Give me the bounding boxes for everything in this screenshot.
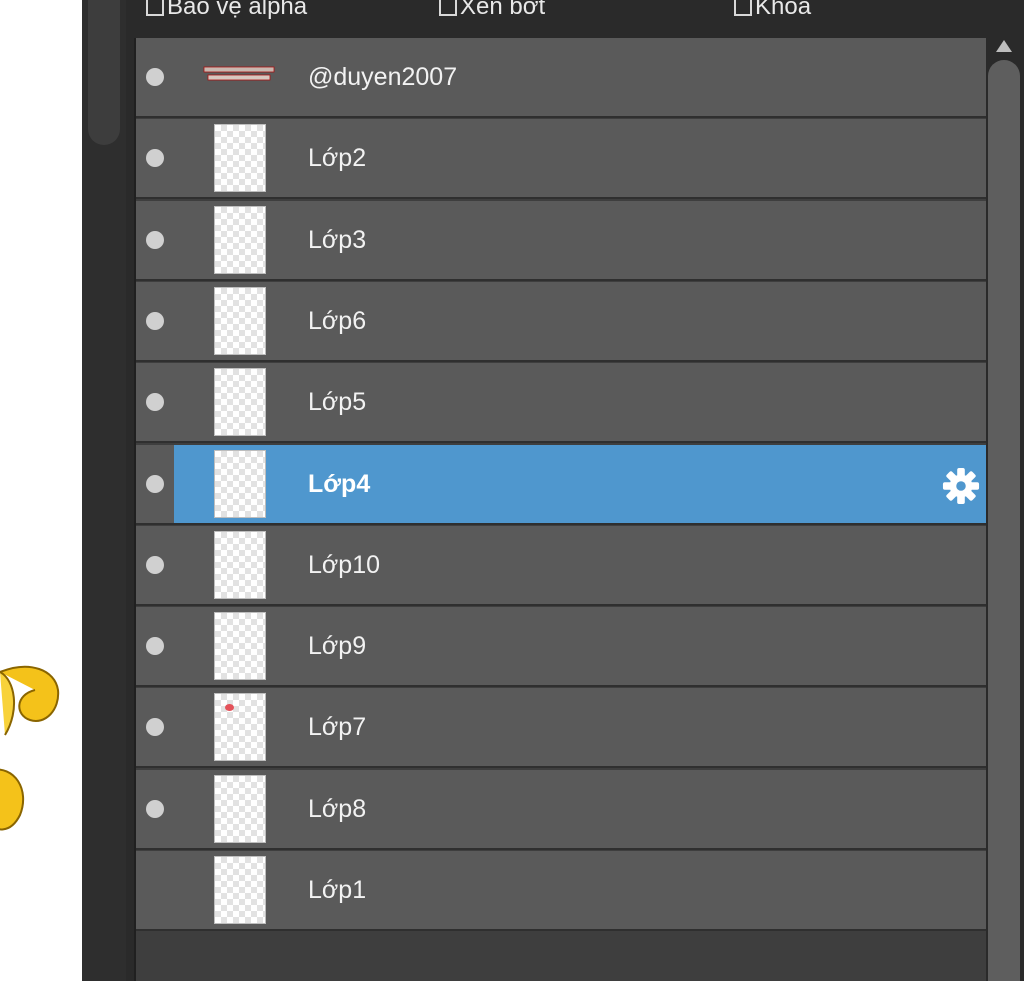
layer-row[interactable]: Lớp10 [136, 526, 986, 606]
canvas-scroll-thumb[interactable] [88, 0, 120, 145]
eye-dot-icon[interactable] [146, 312, 164, 330]
layer-row[interactable]: Lớp1 [136, 851, 986, 931]
layer-name: Lớp9 [308, 632, 367, 660]
eye-dot-icon[interactable] [146, 231, 164, 249]
layer-thumbnail [214, 450, 266, 518]
layer-name: Lớp4 [308, 470, 371, 498]
layer-row[interactable]: Lớp3 [136, 201, 986, 281]
layer-thumbnail [214, 124, 266, 192]
layer-name: Lớp2 [308, 144, 367, 172]
clipping-label: Xén bớt [460, 0, 546, 20]
layer-thumbnail [202, 64, 276, 84]
layer-name: Lớp6 [308, 307, 367, 335]
layer-name: Lớp5 [308, 388, 367, 416]
layer-name: Lớp7 [308, 713, 367, 741]
layers-panel: Bảo vệ alpha Xén bớt Khóa @duyen2007 Lớp2… [126, 0, 1024, 981]
protect-alpha-option[interactable]: Bảo vệ alpha [146, 0, 307, 22]
layer-row[interactable]: Lớp8 [136, 770, 986, 850]
protect-alpha-checkbox[interactable] [146, 0, 164, 16]
layer-name: @duyen2007 [308, 63, 458, 91]
canvas-artwork [0, 665, 60, 831]
layer-name: Lớp3 [308, 226, 367, 254]
layer-thumbnail [214, 856, 266, 924]
layer-thumbnail [214, 531, 266, 599]
layer-name: Lớp1 [308, 876, 367, 904]
layer-thumbnail [214, 612, 266, 680]
drawing-canvas[interactable] [0, 0, 82, 981]
lock-option[interactable]: Khóa [734, 0, 811, 22]
canvas-vertical-scrollbar[interactable] [82, 0, 126, 981]
layer-thumbnail [214, 693, 266, 761]
eye-dot-icon[interactable] [146, 556, 164, 574]
lock-checkbox[interactable] [734, 0, 752, 16]
layer-row[interactable]: Lớp9 [136, 607, 986, 687]
eye-dot-icon[interactable] [146, 800, 164, 818]
eye-dot-icon[interactable] [146, 718, 164, 736]
layer-name: Lớp10 [308, 551, 381, 579]
gear-icon[interactable] [942, 467, 980, 505]
eye-dot-icon[interactable] [146, 68, 164, 86]
eye-dot-icon[interactable] [146, 475, 164, 493]
lock-label: Khóa [755, 0, 812, 20]
layer-row[interactable]: Lớp2 [136, 119, 986, 199]
layer-thumbnail [214, 775, 266, 843]
layer-thumbnail [214, 206, 266, 274]
layer-list-scroll-thumb[interactable] [988, 60, 1020, 981]
layer-row[interactable]: Lớp4 [136, 445, 986, 525]
layer-thumbnail [214, 287, 266, 355]
layer-thumbnail [214, 368, 266, 436]
layer-list-scrollbar[interactable] [986, 38, 1024, 981]
eye-dot-icon[interactable] [146, 637, 164, 655]
layer-row[interactable]: Lớp6 [136, 282, 986, 362]
layer-row[interactable]: Lớp5 [136, 363, 986, 443]
clipping-option[interactable]: Xén bớt [439, 0, 545, 22]
eye-dot-icon[interactable] [146, 393, 164, 411]
protect-alpha-label: Bảo vệ alpha [167, 0, 308, 20]
layer-row[interactable]: @duyen2007 [136, 38, 986, 118]
layer-list: @duyen2007 Lớp2 Lớp3 Lớp6 Lớp5 Lớp4 Lớp10 Lớp9 L… [134, 38, 988, 981]
eye-dot-icon[interactable] [146, 149, 164, 167]
layer-name: Lớp8 [308, 795, 367, 823]
layer-row[interactable]: Lớp7 [136, 688, 986, 768]
arrow-up-icon[interactable] [996, 40, 1012, 52]
thumbnail-mark [225, 704, 234, 711]
clipping-checkbox[interactable] [439, 0, 457, 16]
selection-highlight [174, 445, 986, 523]
layer-options-bar: Bảo vệ alpha Xén bớt Khóa [126, 0, 1024, 38]
